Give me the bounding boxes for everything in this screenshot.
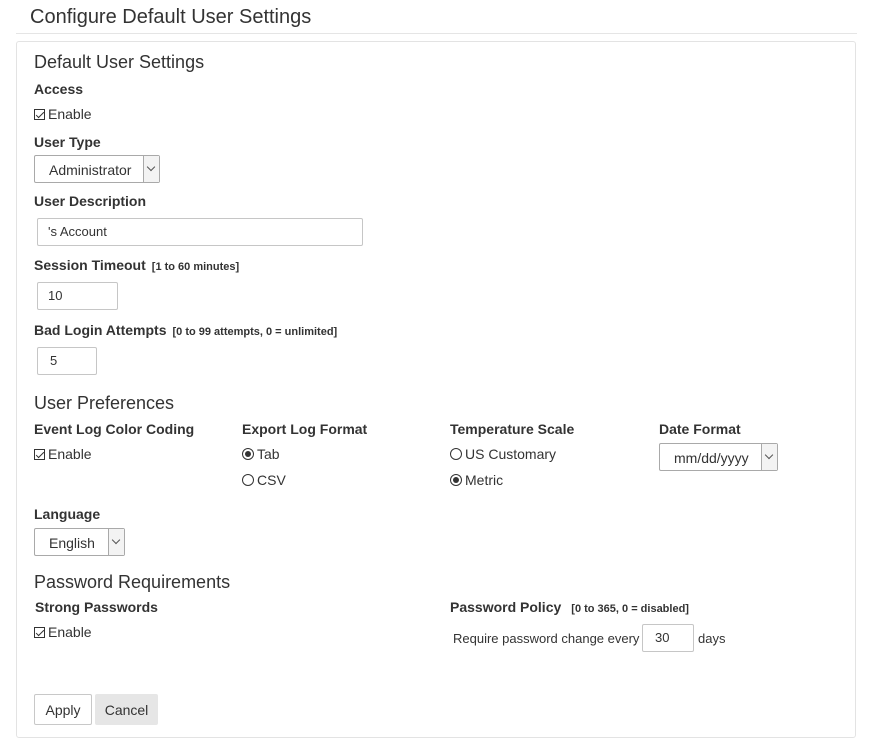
session-timeout-label-group: Session Timeout [1 to 60 minutes] — [34, 257, 239, 275]
strong-passwords-label: Strong Passwords — [35, 599, 158, 615]
date-format-value: mm/dd/yyyy — [674, 450, 749, 466]
export-log-format-option-tab[interactable]: Tab — [242, 446, 280, 462]
event-log-color-coding-enable-label: Enable — [48, 446, 92, 462]
settings-panel: Default User Settings Access Enable User… — [16, 41, 856, 738]
checkbox-checked-icon[interactable] — [34, 448, 45, 460]
checkbox-checked-icon[interactable] — [34, 108, 45, 120]
apply-button[interactable]: Apply — [34, 694, 92, 725]
chevron-down-icon[interactable] — [108, 529, 124, 555]
password-policy-prefix: Require password change every — [453, 631, 640, 646]
chevron-down-icon[interactable] — [143, 156, 159, 182]
access-enable-label: Enable — [48, 106, 92, 122]
user-type-label: User Type — [34, 134, 101, 150]
temperature-scale-us-customary-label: US Customary — [465, 446, 557, 462]
export-log-format-label: Export Log Format — [242, 421, 368, 437]
checkbox-checked-icon[interactable] — [34, 626, 45, 638]
radio-icon[interactable] — [450, 448, 462, 460]
access-enable-option[interactable]: Enable — [34, 106, 92, 122]
radio-icon[interactable] — [242, 474, 254, 486]
user-type-select[interactable]: Administrator — [34, 155, 160, 183]
password-policy-suffix: days — [698, 631, 726, 646]
title-divider — [16, 33, 857, 34]
password-policy-hint: [0 to 365, 0 = disabled] — [571, 603, 689, 615]
password-policy-label-group: Password Policy [0 to 365, 0 = disabled] — [450, 599, 689, 617]
section-title-user-preferences: User Preferences — [34, 393, 175, 413]
bad-login-attempts-label: Bad Login Attempts — [34, 322, 167, 338]
temperature-scale-metric-label: Metric — [465, 472, 504, 488]
temperature-scale-option-us-customary[interactable]: US Customary — [450, 446, 556, 462]
bad-login-attempts-input[interactable]: 5 — [37, 347, 97, 375]
radio-selected-icon[interactable] — [242, 448, 254, 460]
strong-passwords-enable-label: Enable — [48, 624, 92, 640]
session-timeout-hint: [1 to 60 minutes] — [151, 261, 240, 273]
bad-login-attempts-hint: [0 to 99 attempts, 0 = unlimited] — [172, 326, 338, 338]
export-log-format-option-csv[interactable]: CSV — [242, 472, 286, 488]
event-log-color-coding-enable-option[interactable]: Enable — [34, 446, 92, 462]
user-type-value: Administrator — [49, 162, 132, 178]
user-description-input[interactable]: 's Account — [37, 218, 363, 246]
event-log-color-coding-label: Event Log Color Coding — [34, 421, 195, 437]
bad-login-attempts-label-group: Bad Login Attempts [0 to 99 attempts, 0 =… — [34, 322, 337, 340]
password-change-days-input[interactable]: 30 — [642, 624, 694, 652]
temperature-scale-option-metric[interactable]: Metric — [450, 472, 503, 488]
export-log-format-csv-label: CSV — [257, 472, 286, 488]
chevron-down-icon[interactable] — [761, 444, 777, 470]
language-select[interactable]: English — [34, 528, 125, 556]
session-timeout-label: Session Timeout — [34, 257, 146, 273]
export-log-format-tab-label: Tab — [257, 446, 280, 462]
page-title: Configure Default User Settings — [30, 6, 312, 28]
date-format-label: Date Format — [659, 421, 741, 437]
date-format-select[interactable]: mm/dd/yyyy — [659, 443, 778, 471]
radio-selected-icon[interactable] — [450, 474, 462, 486]
language-label: Language — [34, 506, 101, 522]
password-policy-label: Password Policy — [450, 599, 562, 615]
user-description-label: User Description — [34, 193, 147, 209]
temperature-scale-label: Temperature Scale — [450, 421, 575, 437]
cancel-button[interactable]: Cancel — [95, 694, 158, 725]
language-value: English — [49, 535, 95, 551]
section-title-password-requirements: Password Requirements — [34, 572, 231, 592]
access-label: Access — [34, 81, 84, 97]
session-timeout-input[interactable]: 10 — [37, 282, 118, 310]
strong-passwords-enable-option[interactable]: Enable — [34, 624, 92, 640]
section-title-default-user-settings: Default User Settings — [34, 52, 205, 72]
